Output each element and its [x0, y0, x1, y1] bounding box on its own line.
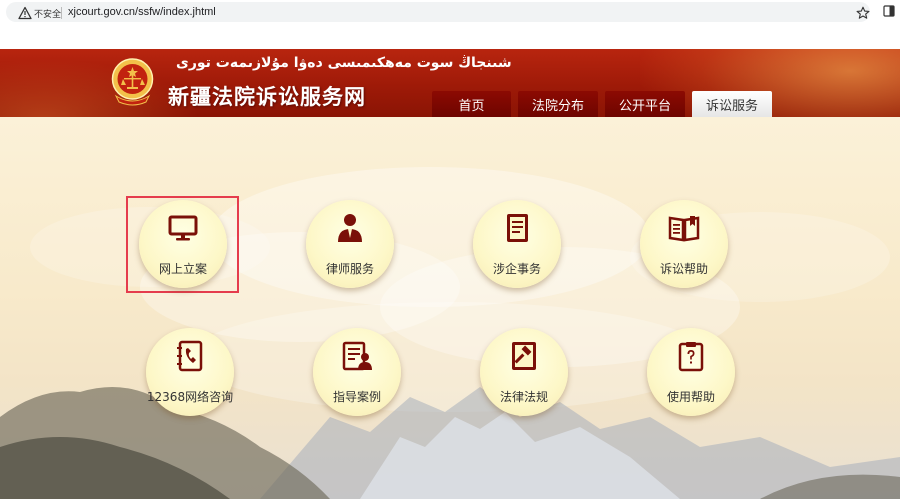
address-bar[interactable]: 不安全 xjcourt.gov.cn/ssfw/index.jhtml	[6, 2, 870, 22]
service-label: 律师服务	[325, 262, 374, 276]
open-book-icon	[668, 216, 700, 242]
nav-tab-home[interactable]: 首页	[432, 91, 511, 117]
services-area: 网上立案 律师服务 涉企事务 诉讼帮助 12368网络咨询 指导案例 法律法规 …	[0, 117, 900, 499]
phone-book-icon	[177, 340, 203, 372]
document-icon	[507, 214, 528, 242]
warning-icon[interactable]	[18, 6, 32, 20]
service-usage-help[interactable]: 使用帮助	[647, 328, 735, 416]
browser-toolbar: 不安全 xjcourt.gov.cn/ssfw/index.jhtml	[0, 0, 900, 24]
service-label: 使用帮助	[666, 390, 715, 404]
help-clipboard-icon	[678, 342, 704, 372]
service-label: 网上立案	[158, 262, 207, 276]
nav-tab-public[interactable]: 公开平台	[605, 91, 685, 117]
court-emblem-icon[interactable]	[110, 56, 155, 106]
gavel-icon	[512, 342, 536, 370]
side-panel-icon[interactable]	[883, 5, 895, 17]
service-label: 涉企事务	[492, 262, 541, 276]
monitor-icon	[168, 215, 198, 241]
lawyer-icon	[338, 214, 362, 242]
service-label: 指导案例	[332, 390, 381, 404]
service-online-filing[interactable]: 网上立案	[139, 200, 227, 288]
bookmark-star-icon[interactable]	[856, 6, 870, 20]
service-laws[interactable]: 法律法规	[480, 328, 568, 416]
service-label: 12368网络咨询	[146, 390, 234, 404]
url-text[interactable]: xjcourt.gov.cn/ssfw/index.jhtml	[68, 6, 216, 18]
nav-tab-courts[interactable]: 法院分布	[518, 91, 598, 117]
service-guiding-cases[interactable]: 指导案例	[313, 328, 401, 416]
uyghur-site-title: شىنجاڭ سوت مەھكىمىسى دەۋا مۇلازىمەت تورى	[176, 55, 512, 71]
security-label[interactable]: 不安全	[34, 7, 61, 20]
service-enterprise[interactable]: 涉企事务	[473, 200, 561, 288]
site-title[interactable]: 新疆法院诉讼服务网	[168, 81, 366, 111]
service-label: 法律法规	[499, 390, 548, 404]
service-12368-consult[interactable]: 12368网络咨询	[146, 328, 234, 416]
omnibox-divider	[61, 7, 62, 19]
service-lawyer[interactable]: 律师服务	[306, 200, 394, 288]
mountain-landscape	[0, 387, 900, 499]
case-document-icon	[342, 341, 372, 371]
service-litigation-help[interactable]: 诉讼帮助	[640, 200, 728, 288]
nav-tab-litigation-service[interactable]: 诉讼服务	[692, 91, 772, 117]
service-label: 诉讼帮助	[659, 262, 708, 276]
